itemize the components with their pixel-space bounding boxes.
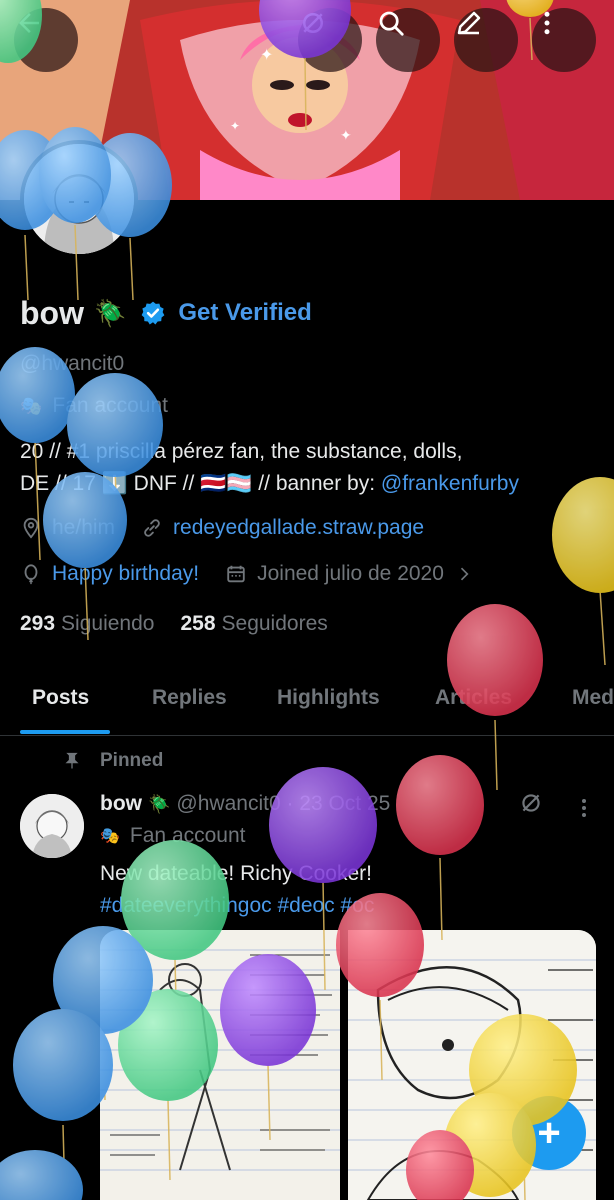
birthday[interactable]: Happy birthday! (20, 562, 199, 586)
follow-stats: 293 Siguiendo 258 Seguidores (20, 612, 354, 636)
profile-handle: @hwancit0 (20, 352, 125, 375)
category-label: Fan account (52, 394, 168, 417)
tab-articles[interactable]: Articles (435, 686, 512, 710)
grok-icon[interactable] (518, 790, 544, 816)
chevron-right-icon (460, 567, 469, 581)
get-verified-link[interactable]: Get Verified (178, 299, 311, 327)
post-text: New dateable! Richy Cooker! (100, 862, 372, 885)
grok-button[interactable] (298, 8, 362, 72)
post-author-avatar[interactable] (20, 794, 84, 858)
balloon-icon (24, 564, 38, 585)
profile-bio: 20 // #1 priscilla pérez fan, the substa… (20, 436, 600, 500)
tab-replies[interactable]: Replies (152, 686, 227, 710)
back-arrow-icon (19, 13, 39, 33)
profile-avatar[interactable] (20, 140, 138, 258)
post-handle-date[interactable]: @hwancit0 · 23 Oct 25 (176, 792, 390, 816)
pinned-indicator: Pinned (62, 750, 163, 772)
bio-line-1: 20 // #1 priscilla pérez fan, the substa… (20, 440, 463, 463)
profile-name: bow (20, 294, 84, 331)
svg-text:✦: ✦ (260, 47, 273, 64)
post-category: 🎭 Fan account (100, 824, 246, 848)
profile-meta-row-2: Happy birthday! Joined julio de 2020 (20, 562, 500, 586)
tab-media[interactable]: Media (572, 686, 614, 710)
banner-artist-link[interactable]: @frankenfurby (381, 472, 519, 495)
website[interactable]: redeyedgallade.straw.page (141, 516, 424, 540)
post-category-label: Fan account (129, 824, 246, 847)
tab-highlights[interactable]: Highlights (277, 686, 380, 710)
joined-label: Joined julio de 2020 (257, 562, 444, 585)
tab-posts[interactable]: Posts (32, 686, 89, 710)
svg-text:✦: ✦ (230, 119, 240, 133)
edit-button[interactable] (454, 8, 518, 72)
bio-line-2-text: DE // 17 ⬇️ DNF // 🇨🇷🏳️‍⚧️ // banner by: (20, 472, 381, 495)
following-count[interactable]: 293 (20, 612, 55, 636)
svg-text:✦: ✦ (340, 127, 352, 143)
active-tab-indicator (20, 730, 110, 734)
verified-badge-icon[interactable] (140, 300, 166, 326)
pronouns: he/him (20, 516, 115, 540)
profile-tabs: Posts Replies Highlights Articles Media (0, 672, 614, 736)
grok-icon (303, 13, 323, 33)
pin-icon (65, 752, 79, 769)
profile-category: 🎭 Fan account (20, 394, 168, 418)
balloon-icon (552, 477, 614, 666)
balloon-icon (13, 1009, 113, 1200)
back-button[interactable] (14, 8, 78, 72)
followers-count[interactable]: 258 (180, 612, 215, 636)
profile-meta-row-1: he/him redeyedgallade.straw.page (20, 516, 450, 540)
pinned-label: Pinned (100, 750, 164, 771)
location-icon (23, 517, 39, 539)
balloon-icon (0, 1150, 83, 1200)
following-label[interactable]: Siguiendo (61, 612, 154, 636)
bug-emoji: 🪲 (93, 297, 127, 328)
pronouns-label: he/him (52, 516, 116, 539)
theater-mask-icon: 🎭 (20, 395, 43, 416)
calendar-icon (227, 565, 245, 583)
more-vertical-icon (544, 11, 550, 35)
avatar-image (24, 144, 134, 254)
sketch-page-1 (100, 930, 340, 1200)
post-hashtags[interactable]: #dateeverythingoc #deoc #oc (100, 890, 374, 922)
followers-label[interactable]: Seguidores (222, 612, 328, 636)
edit-icon (457, 11, 481, 35)
compose-post-button[interactable]: + (512, 1096, 586, 1170)
post-header: bow 🪲 @hwancit0 · 23 Oct 25 (100, 792, 390, 816)
website-link[interactable]: redeyedgallade.straw.page (173, 516, 424, 540)
search-icon (379, 11, 404, 36)
theater-mask-icon: 🎭 (100, 828, 120, 845)
birthday-label[interactable]: Happy birthday! (52, 562, 199, 586)
profile-name-row: bow 🪲 Get Verified (20, 292, 312, 334)
link-icon (144, 519, 160, 537)
post-author-emoji: 🪲 (148, 793, 171, 814)
more-options-button[interactable] (532, 8, 596, 72)
post-author-name[interactable]: bow (100, 792, 142, 816)
post-media-image-1[interactable] (100, 930, 340, 1200)
bio-line-2: DE // 17 ⬇️ DNF // 🇨🇷🏳️‍⚧️ // banner by:… (20, 468, 600, 500)
post-avatar-image (20, 794, 84, 858)
search-button[interactable] (376, 8, 440, 72)
joined-date[interactable]: Joined julio de 2020 (225, 562, 474, 586)
post-more-icon[interactable] (574, 796, 594, 820)
balloon-icon (396, 755, 484, 941)
